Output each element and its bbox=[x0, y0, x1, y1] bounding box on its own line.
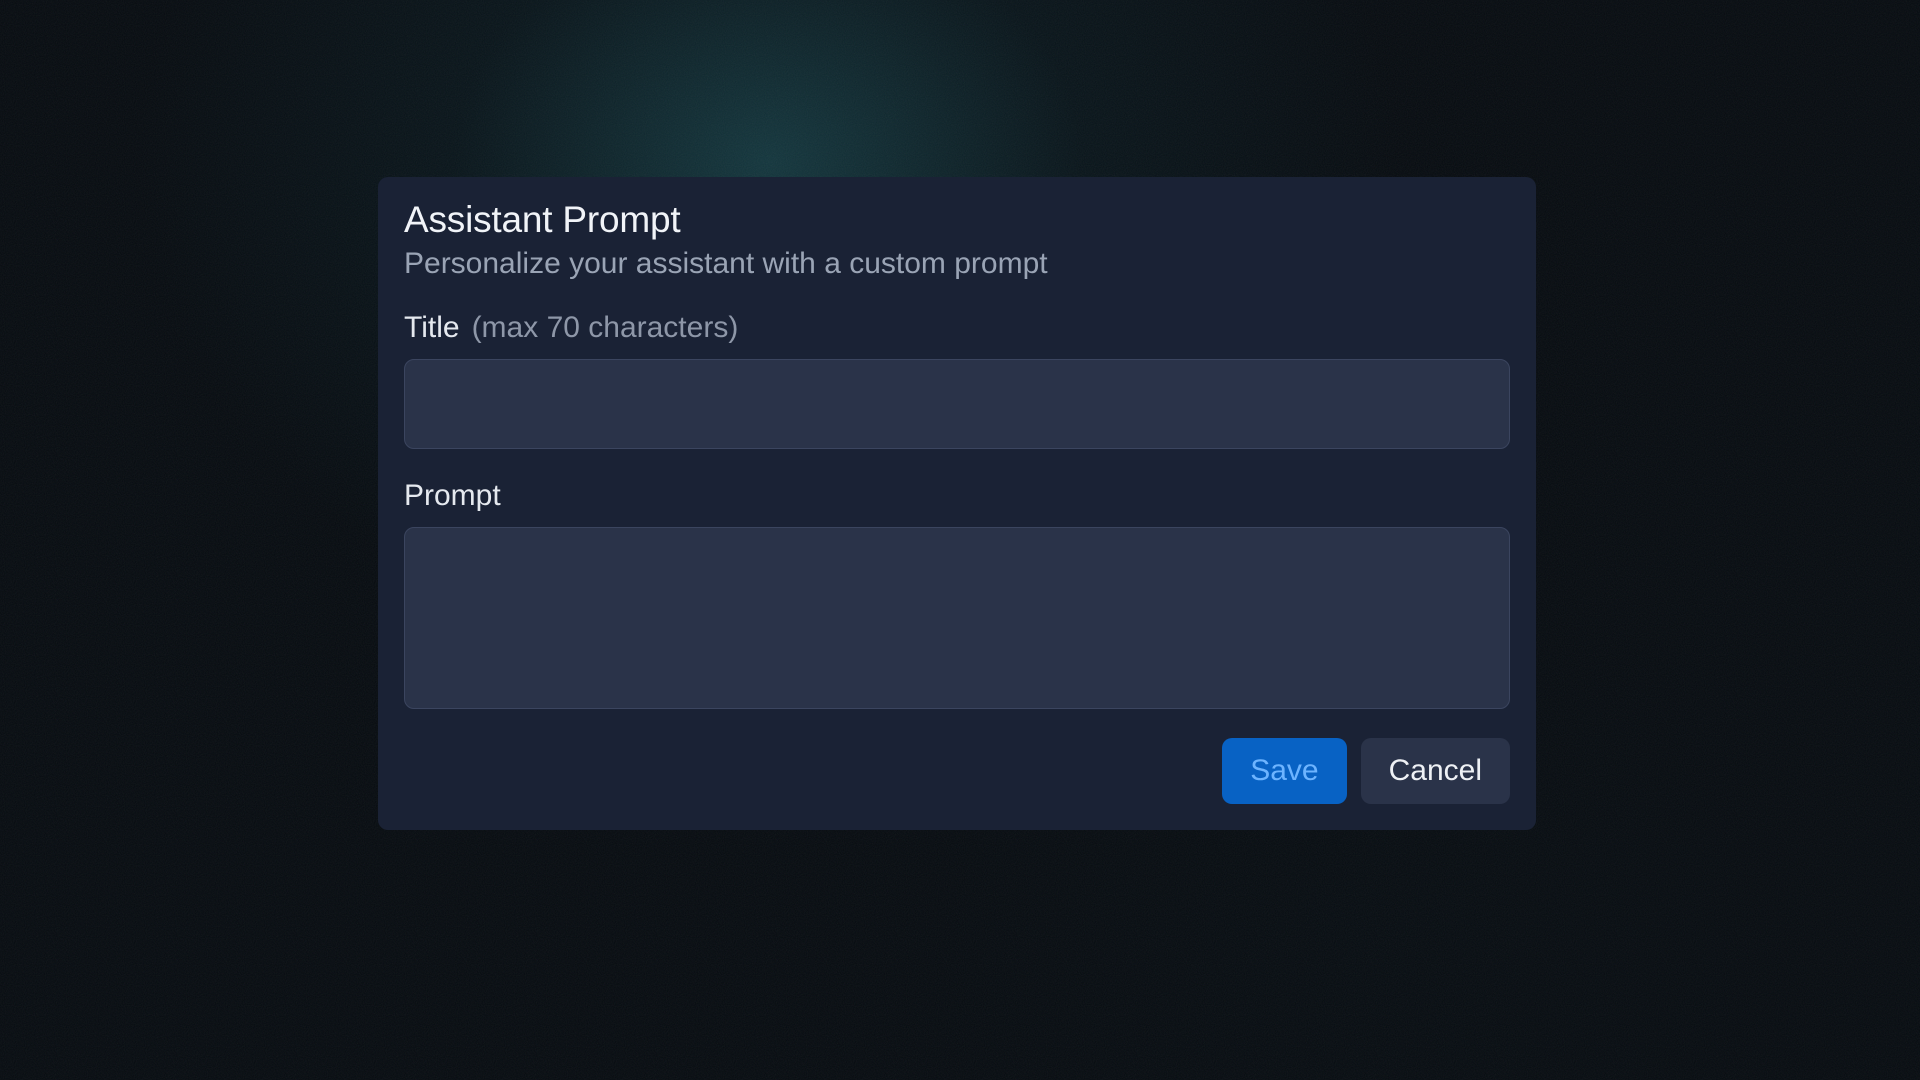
prompt-textarea[interactable] bbox=[404, 527, 1510, 709]
prompt-label-row: Prompt bbox=[404, 479, 1510, 513]
dialog-title: Assistant Prompt bbox=[404, 199, 1510, 241]
cancel-button[interactable]: Cancel bbox=[1361, 738, 1510, 804]
prompt-label: Prompt bbox=[404, 479, 501, 513]
assistant-prompt-dialog: Assistant Prompt Personalize your assist… bbox=[378, 177, 1536, 830]
save-button[interactable]: Save bbox=[1222, 738, 1346, 804]
title-field-group: Title (max 70 characters) bbox=[404, 311, 1510, 449]
prompt-field-group: Prompt bbox=[404, 479, 1510, 714]
dialog-subtitle: Personalize your assistant with a custom… bbox=[404, 247, 1510, 281]
title-label-row: Title (max 70 characters) bbox=[404, 311, 1510, 345]
title-label: Title bbox=[404, 311, 460, 345]
title-hint: (max 70 characters) bbox=[472, 311, 739, 345]
title-input[interactable] bbox=[404, 359, 1510, 449]
dialog-button-row: Save Cancel bbox=[404, 738, 1510, 804]
